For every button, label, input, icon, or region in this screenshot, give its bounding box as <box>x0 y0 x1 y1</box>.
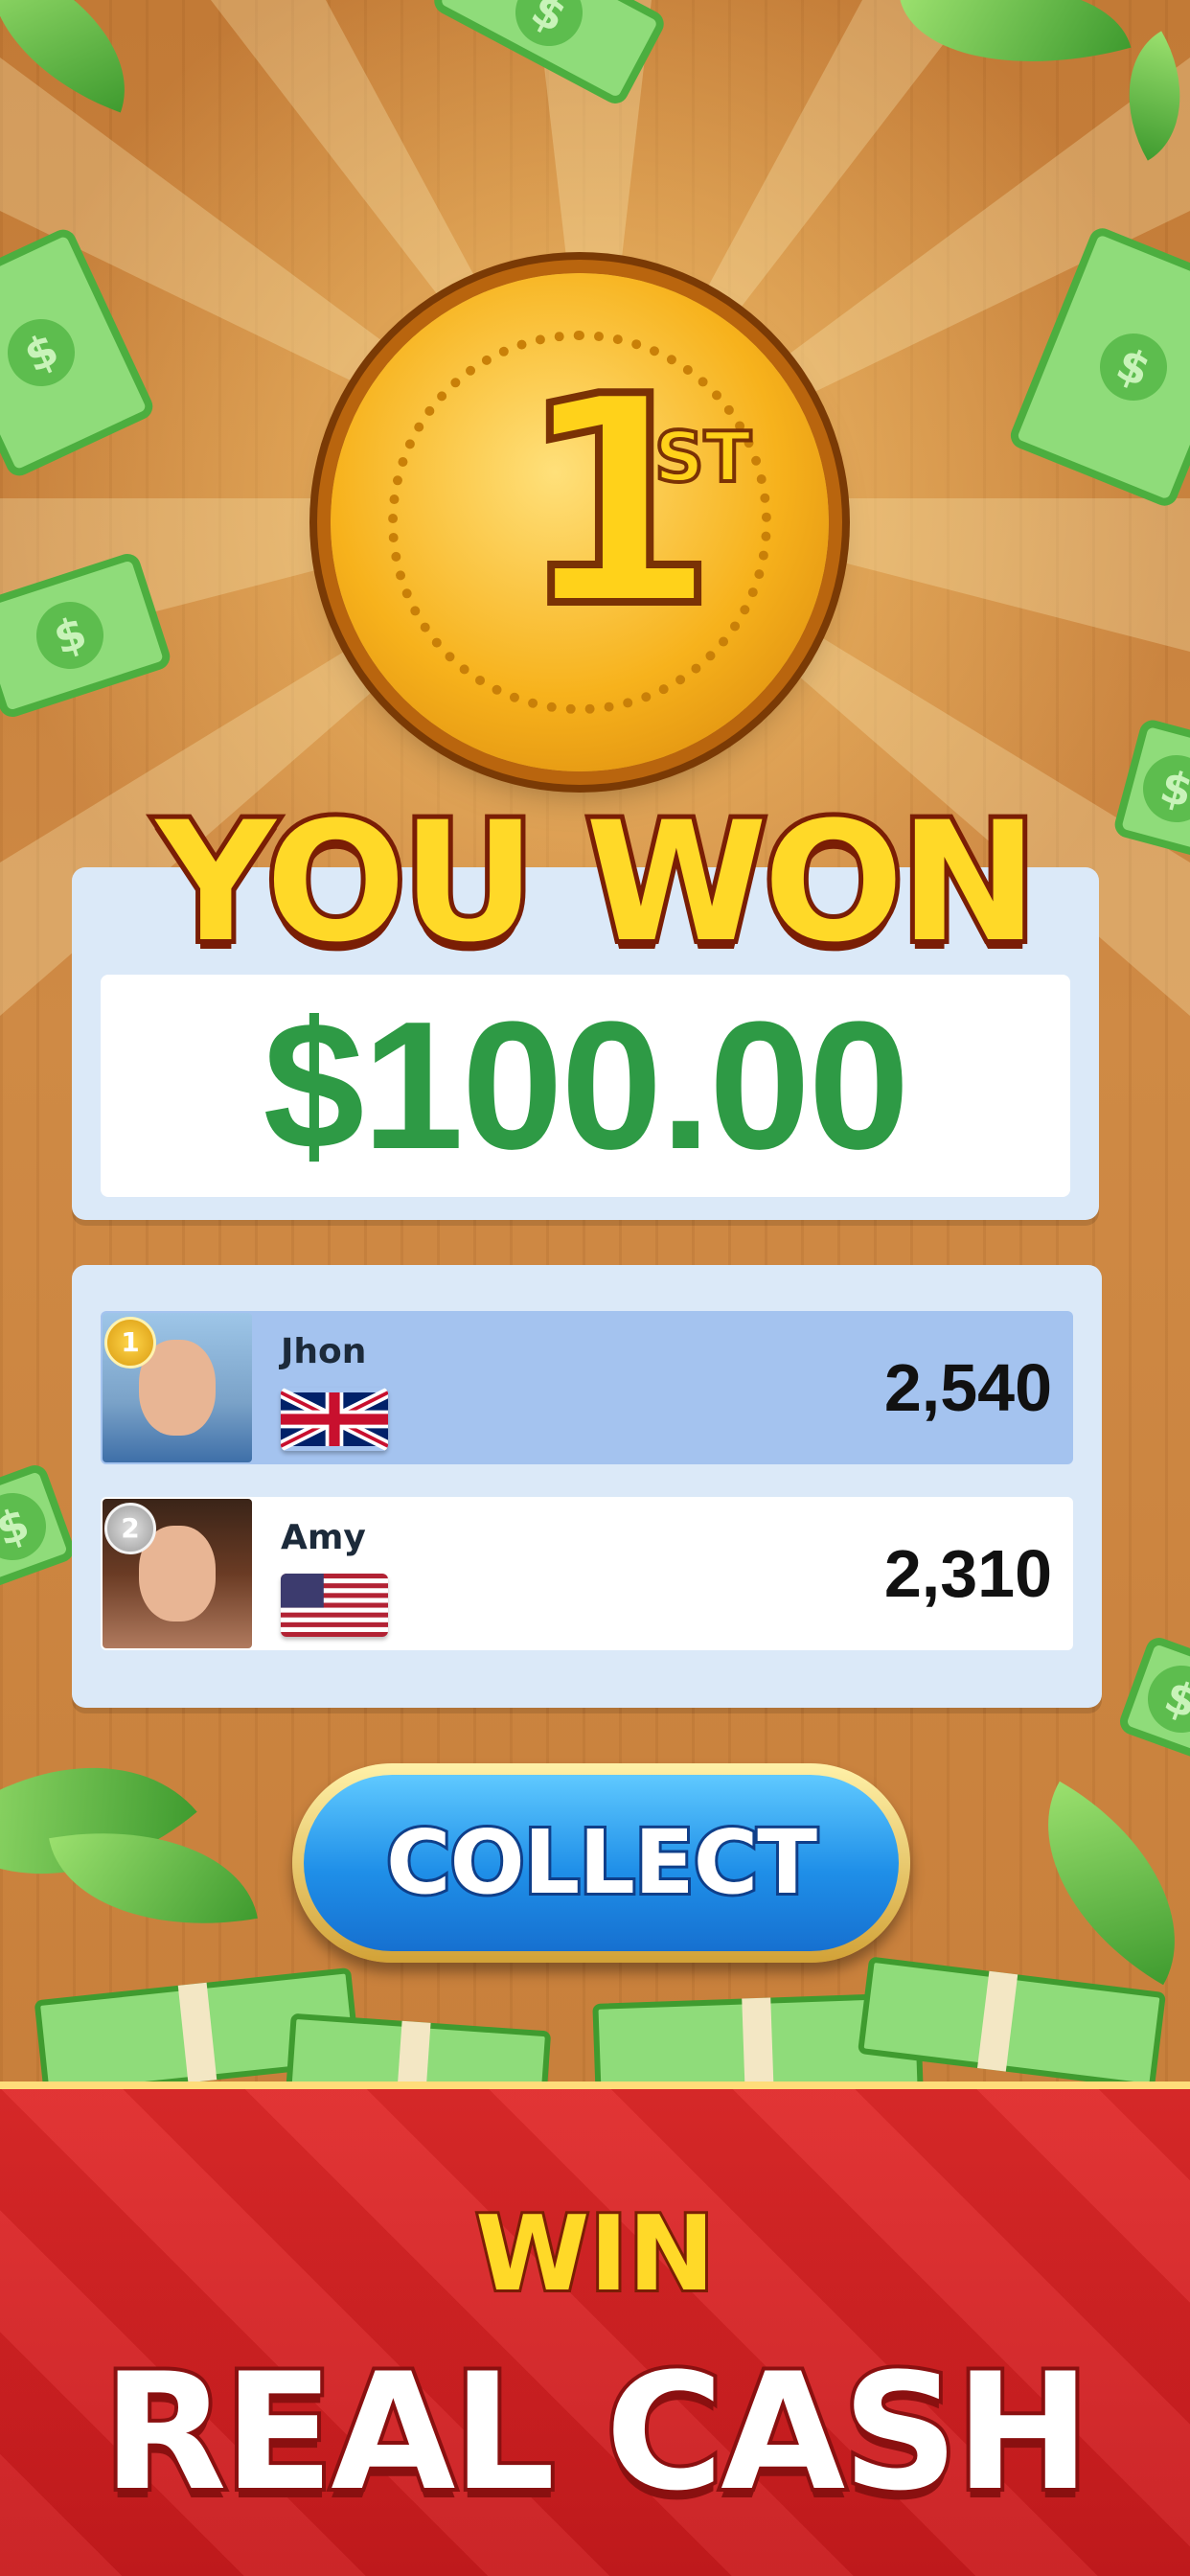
silver-medal-icon: 2 <box>104 1503 156 1554</box>
collect-button[interactable]: COLLECT <box>292 1763 910 1963</box>
coin-rank-suffix: ST <box>652 415 753 499</box>
prize-amount-box: $100.00 <box>101 975 1070 1197</box>
player-score: 2,540 <box>883 1350 1052 1425</box>
leaf-decoration <box>996 1781 1190 1986</box>
cash-bill-decoration <box>1116 1634 1190 1764</box>
leaderboard-row: 2 Amy 2,310 <box>101 1497 1073 1650</box>
coin-rank-number: 1 <box>514 335 721 670</box>
us-flag-icon <box>281 1574 388 1637</box>
you-won-title: YOU WON <box>151 781 1042 983</box>
leaderboard-panel: 1 Jhon 2,540 2 Amy 2,310 <box>72 1265 1102 1708</box>
avatar: 2 <box>103 1499 252 1648</box>
banner-real-cash-text: REAL CASH <box>99 2334 1094 2530</box>
collect-button-label: COLLECT <box>304 1775 899 1951</box>
cash-bill-decoration <box>0 1461 78 1592</box>
player-name: Jhon <box>281 1332 367 1371</box>
gold-medal-icon: 1 <box>104 1317 156 1368</box>
first-place-coin: 1 ST <box>331 273 829 771</box>
avatar: 1 <box>103 1313 252 1462</box>
prize-amount: $100.00 <box>263 984 910 1187</box>
uk-flag-icon <box>281 1388 388 1451</box>
player-score: 2,310 <box>883 1536 1052 1611</box>
banner-win-text: WIN <box>472 2192 718 2317</box>
player-name: Amy <box>281 1518 366 1557</box>
game-background: 1 ST $100.00 YOU WON 1 Jhon <box>0 0 1190 2576</box>
leaderboard-row: 1 Jhon 2,540 <box>101 1311 1073 1464</box>
